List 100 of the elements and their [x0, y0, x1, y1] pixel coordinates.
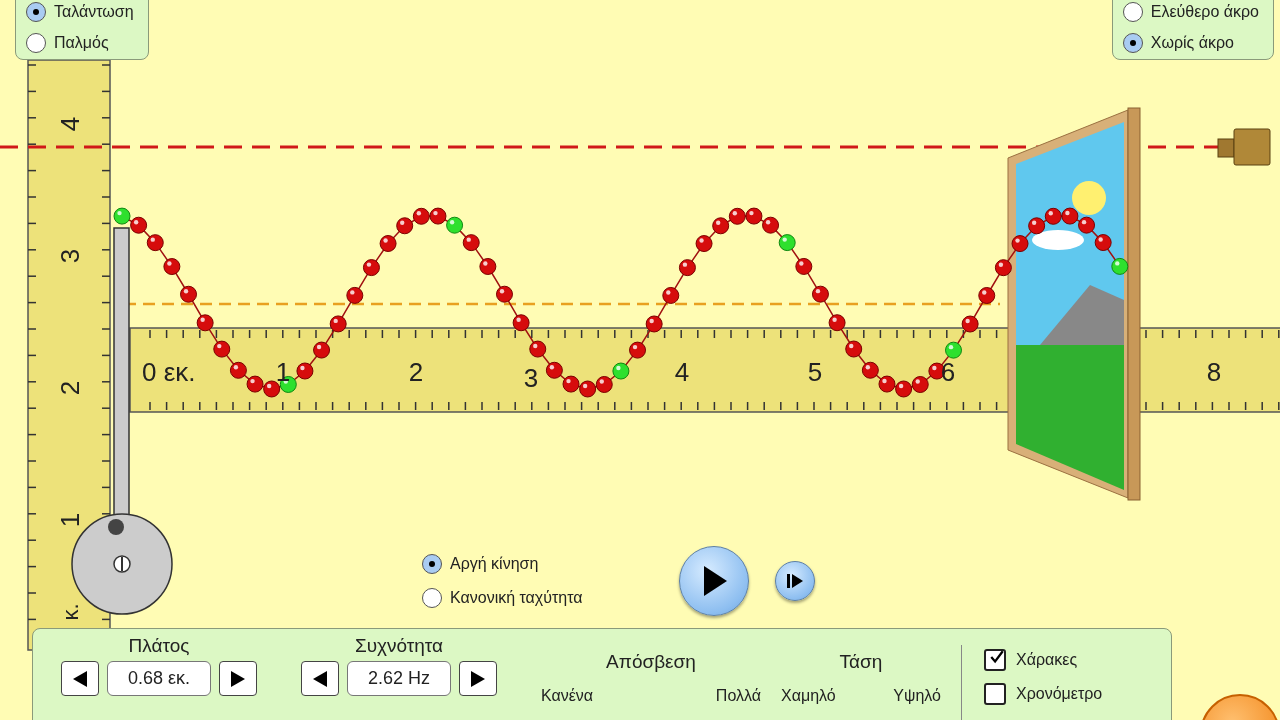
ruler-label: 0 εκ. — [142, 357, 196, 387]
bead — [512, 314, 530, 332]
bead — [479, 258, 497, 275]
bead — [1078, 216, 1096, 234]
bead — [329, 315, 347, 333]
bead — [496, 285, 513, 303]
end-radio-label: Ελεύθερο άκρο — [1150, 3, 1259, 21]
checkbox-label: Χρονόμετρο — [1016, 685, 1103, 703]
ruler-label: 2 — [55, 380, 85, 396]
left-arrow-icon — [311, 669, 329, 688]
ruler-label: 3 — [55, 248, 85, 264]
bead — [828, 314, 846, 332]
ruler-unit: κ. — [57, 603, 83, 621]
ruler-label: 4 — [55, 116, 85, 132]
step-button[interactable] — [774, 561, 815, 601]
bead — [811, 285, 829, 303]
control-title: Συχνότητα — [354, 635, 444, 657]
checkbox-label: Χάρακες — [1016, 651, 1078, 669]
bead — [163, 258, 181, 276]
bead — [229, 361, 247, 379]
bead — [795, 257, 813, 275]
bead — [1011, 235, 1029, 253]
bead — [911, 376, 929, 393]
bead — [662, 286, 680, 304]
end-radio[interactable] — [1122, 2, 1143, 22]
bead — [861, 361, 879, 379]
bead — [446, 216, 464, 234]
bead — [845, 340, 863, 358]
bead — [429, 207, 447, 225]
bead — [629, 341, 647, 359]
bead — [313, 341, 331, 359]
control-title: Τάση — [839, 651, 883, 673]
mode-radio[interactable] — [26, 2, 46, 22]
decrease-button[interactable] — [301, 661, 339, 696]
mode-radio-label: Ταλάντωση — [54, 3, 134, 21]
checkbox[interactable] — [984, 683, 1006, 705]
bead — [346, 286, 364, 304]
ruler-label: 2 — [408, 357, 424, 387]
slider-max-label: Πολλά — [715, 687, 761, 705]
mode-radio[interactable] — [26, 33, 46, 53]
end-radio-label: Χωρίς άκρο — [1150, 34, 1234, 52]
decrease-button[interactable] — [61, 661, 99, 696]
bead — [762, 216, 780, 234]
value-field[interactable]: 0.68 εκ. — [107, 661, 211, 696]
bead — [878, 375, 896, 393]
bead — [180, 285, 197, 303]
play-button[interactable] — [678, 546, 749, 616]
bead — [961, 315, 979, 333]
bead — [130, 216, 148, 234]
slider-min-label: Κανένα — [541, 687, 594, 705]
bead — [945, 341, 962, 359]
bead — [728, 207, 746, 225]
ruler-label: 5 — [807, 357, 823, 387]
control-title: Πλάτος — [128, 635, 190, 657]
bead — [1111, 257, 1129, 275]
bead — [246, 375, 264, 393]
bead — [994, 259, 1012, 277]
bead — [296, 362, 314, 380]
bead — [978, 287, 996, 304]
ruler-label: 1 — [55, 512, 85, 528]
speed-radio[interactable] — [422, 588, 442, 608]
bead — [778, 234, 796, 252]
right-arrow-icon — [469, 669, 487, 688]
end-radio[interactable] — [1122, 33, 1143, 53]
bead — [1044, 207, 1062, 225]
value-field[interactable]: 2.62 Hz — [347, 661, 451, 696]
mode-radio-label: Παλμός — [54, 34, 109, 52]
bead — [213, 340, 231, 358]
checkbox[interactable] — [984, 649, 1006, 671]
ruler-label: 8 — [1206, 357, 1222, 387]
bead — [595, 376, 613, 393]
bead — [1061, 207, 1079, 225]
bead — [612, 362, 630, 380]
bead — [695, 235, 713, 253]
bead — [712, 217, 730, 235]
bead — [1028, 217, 1046, 235]
left-arrow-icon — [71, 669, 89, 688]
speed-radio[interactable] — [422, 554, 442, 574]
bead — [645, 315, 663, 333]
speed-radio-label: Κανονική ταχύτητα — [450, 589, 583, 607]
bead — [113, 207, 131, 225]
increase-button[interactable] — [219, 661, 257, 696]
bead — [379, 235, 397, 252]
ruler-label: 1 — [275, 357, 291, 387]
slider-min-label: Χαμηλό — [781, 687, 836, 705]
ruler-label: 3 — [523, 363, 539, 393]
ruler-label: 4 — [674, 357, 690, 387]
bead — [562, 375, 580, 393]
bead — [678, 259, 696, 277]
bead — [412, 207, 430, 225]
bead — [529, 340, 547, 358]
step-icon — [785, 572, 804, 590]
speed-radio-label: Αργή κίνηση — [450, 555, 539, 573]
bead — [362, 259, 380, 277]
bead — [745, 207, 763, 225]
control-title: Απόσβεση — [606, 651, 696, 673]
bead — [396, 217, 414, 235]
increase-button[interactable] — [459, 661, 497, 696]
bead — [545, 361, 563, 379]
right-arrow-icon — [229, 669, 247, 688]
